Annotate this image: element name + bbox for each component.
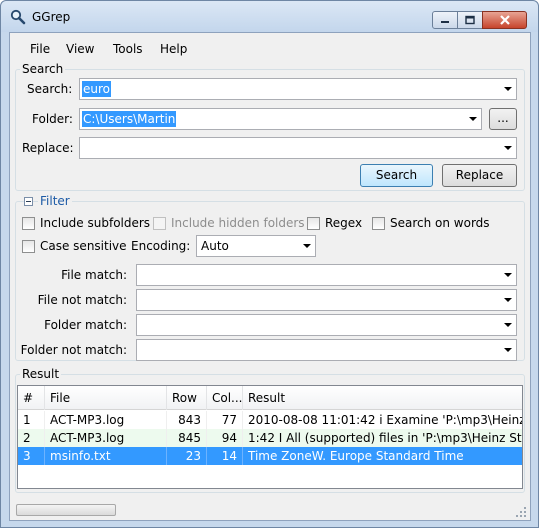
regex-label[interactable]: Regex [325, 216, 362, 230]
chevron-down-icon[interactable] [504, 323, 512, 327]
replace-input[interactable] [79, 137, 517, 159]
result-group-label: Result [20, 367, 62, 381]
cell-row: 23 [167, 447, 207, 465]
cell-number: 1 [18, 411, 45, 429]
results-list[interactable]: # File Row Col... Result 1 ACT-MP3.log 8… [17, 385, 523, 489]
encoding-value: Auto [201, 239, 229, 253]
chevron-down-icon[interactable] [504, 146, 512, 150]
cell-result: 1:42 I All (supported) files in 'P:\mp3\… [248, 431, 522, 445]
cell-file: ACT-MP3.log [45, 411, 167, 429]
maximize-button[interactable] [457, 11, 483, 29]
chevron-down-icon[interactable] [469, 117, 477, 121]
menu-bar: File View Tools Help [10, 33, 530, 62]
window-title: GGrep [32, 10, 71, 24]
magnifier-icon [10, 9, 26, 25]
search-on-words-checkbox[interactable] [372, 217, 385, 230]
title-bar[interactable]: GGrep [1, 1, 538, 32]
folder-value: C:\Users\Martin [82, 111, 177, 127]
search-button[interactable]: Search [360, 164, 433, 187]
client-area: File View Tools Help Search Search: euro… [9, 32, 531, 521]
minimize-icon [441, 21, 449, 23]
menu-file[interactable]: File [30, 42, 50, 56]
cell-col: 14 [207, 447, 243, 465]
browse-folder-button[interactable]: ... [489, 108, 517, 130]
table-row-selected[interactable]: 3 msinfo.txt 23 14 Time ZoneW. Europe St… [18, 447, 522, 465]
folder-label: Folder: [32, 112, 73, 126]
file-not-match-label: File not match: [37, 293, 127, 307]
column-header-number[interactable]: # [18, 386, 45, 410]
case-sensitive-label[interactable]: Case sensitive [40, 239, 127, 253]
cell-row: 843 [167, 411, 207, 429]
include-hidden-checkbox [153, 217, 166, 230]
cell-result: Time ZoneW. Europe Standard Time [248, 449, 464, 463]
encoding-label: Encoding: [131, 239, 191, 253]
case-sensitive-checkbox[interactable] [22, 240, 35, 253]
cell-result: 2010-08-08 11:01:42 i Examine 'P:\mp3\He… [248, 413, 522, 427]
chevron-down-icon[interactable] [303, 244, 311, 248]
folder-match-label: Folder match: [44, 318, 127, 332]
cell-number: 3 [18, 447, 45, 465]
cell-row: 845 [167, 429, 207, 447]
encoding-select[interactable]: Auto [196, 235, 316, 257]
include-subfolders-label[interactable]: Include subfolders [40, 216, 150, 230]
search-group-label: Search [20, 62, 66, 76]
column-header-row[interactable]: Row [167, 386, 207, 410]
chevron-down-icon[interactable] [504, 273, 512, 277]
column-header-file[interactable]: File [45, 386, 167, 410]
replace-label: Replace: [22, 141, 74, 155]
resize-grip-icon[interactable] [516, 507, 526, 517]
close-icon [499, 15, 510, 25]
folder-not-match-input[interactable] [136, 339, 517, 361]
replace-button[interactable]: Replace [442, 164, 517, 187]
table-row[interactable]: 1 ACT-MP3.log 843 77 2010-08-08 11:01:42… [18, 411, 522, 429]
cell-number: 2 [18, 429, 45, 447]
menu-view[interactable]: View [66, 42, 94, 56]
search-on-words-label[interactable]: Search on words [390, 216, 490, 230]
results-header: # File Row Col... Result [18, 386, 522, 410]
chevron-down-icon[interactable] [504, 348, 512, 352]
horizontal-scrollbar[interactable] [16, 504, 116, 516]
column-header-result[interactable]: Result [243, 386, 522, 410]
chevron-down-icon[interactable] [504, 87, 512, 91]
cell-col: 94 [207, 429, 243, 447]
search-label: Search: [27, 82, 73, 96]
menu-tools[interactable]: Tools [113, 42, 143, 56]
file-match-label: File match: [61, 268, 127, 282]
folder-not-match-label: Folder not match: [20, 343, 127, 357]
cell-file: ACT-MP3.log [45, 429, 167, 447]
status-bar [10, 495, 530, 521]
folder-input[interactable]: C:\Users\Martin [79, 108, 482, 130]
minimize-button[interactable] [432, 11, 458, 29]
folder-match-input[interactable] [136, 314, 517, 336]
cell-col: 77 [207, 411, 243, 429]
chevron-down-icon[interactable] [504, 298, 512, 302]
table-row[interactable]: 2 ACT-MP3.log 845 94 1:42 I All (support… [18, 429, 522, 447]
filter-group-label[interactable]: Filter [38, 194, 72, 208]
search-input[interactable]: euro [79, 78, 517, 100]
column-header-col[interactable]: Col... [207, 386, 243, 410]
menu-help[interactable]: Help [160, 42, 187, 56]
search-value: euro [82, 81, 111, 97]
app-window: GGrep File View Tools Help Search Search… [0, 0, 539, 528]
maximize-icon [465, 15, 475, 25]
file-match-input[interactable] [136, 264, 517, 286]
minus-box-icon[interactable] [24, 197, 33, 206]
regex-checkbox[interactable] [307, 217, 320, 230]
file-not-match-input[interactable] [136, 289, 517, 311]
include-hidden-label: Include hidden folders [171, 216, 305, 230]
include-subfolders-checkbox[interactable] [22, 217, 35, 230]
cell-file: msinfo.txt [45, 447, 167, 465]
close-button[interactable] [482, 11, 527, 29]
